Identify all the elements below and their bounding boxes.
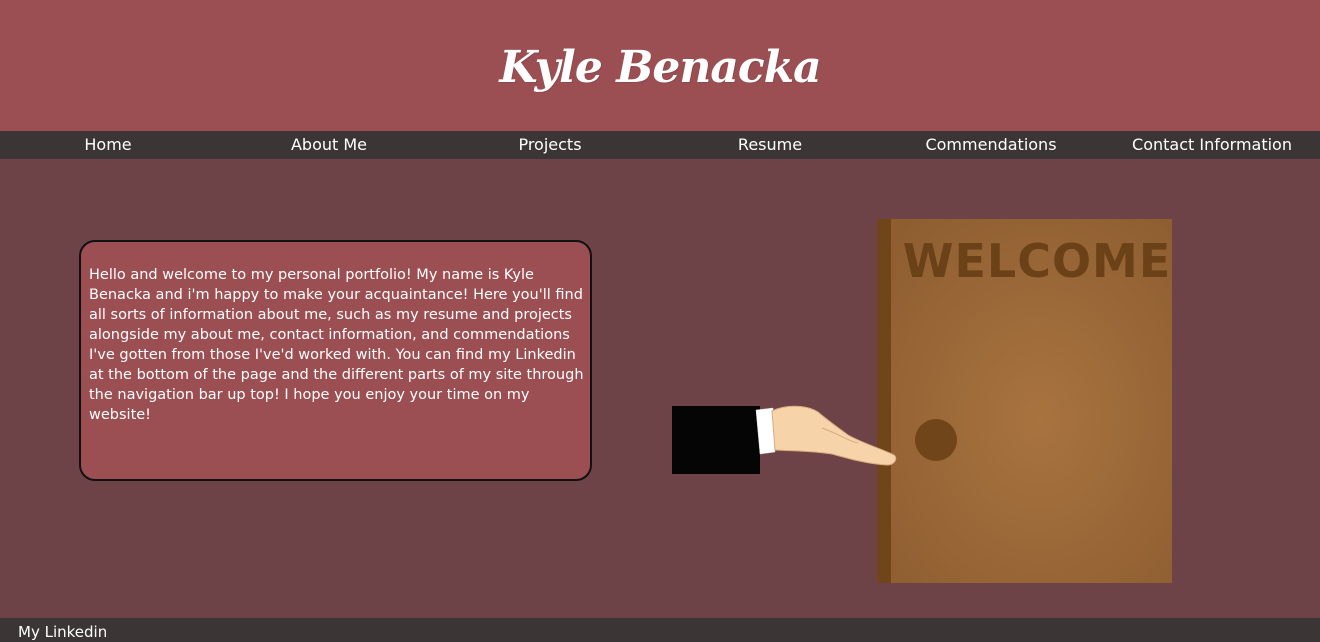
nav-item-contact-information[interactable]: Contact Information bbox=[1132, 131, 1292, 159]
site-title: Kyle Benacka bbox=[499, 42, 821, 93]
nav-item-about-me[interactable]: About Me bbox=[291, 131, 367, 159]
nav-item-projects[interactable]: Projects bbox=[518, 131, 581, 159]
intro-text: Hello and welcome to my personal portfol… bbox=[89, 267, 584, 423]
nav-item-resume[interactable]: Resume bbox=[738, 131, 802, 159]
nav-item-home[interactable]: Home bbox=[84, 131, 131, 159]
site-footer: My Linkedin bbox=[0, 618, 1320, 642]
linkedin-link[interactable]: My Linkedin bbox=[18, 622, 107, 642]
door-sign: WELCOME bbox=[903, 234, 1172, 288]
door-icon: WELCOME bbox=[877, 219, 1172, 583]
pointing-hand-icon bbox=[672, 405, 897, 474]
navigation-bar: Home About Me Projects Resume Commendati… bbox=[0, 131, 1320, 159]
door-knob-icon bbox=[915, 419, 957, 461]
nav-item-commendations[interactable]: Commendations bbox=[925, 131, 1056, 159]
intro-card: Hello and welcome to my personal portfol… bbox=[79, 240, 592, 481]
site-header: Kyle Benacka bbox=[0, 0, 1320, 131]
welcome-door-illustration: WELCOME bbox=[672, 219, 1172, 583]
